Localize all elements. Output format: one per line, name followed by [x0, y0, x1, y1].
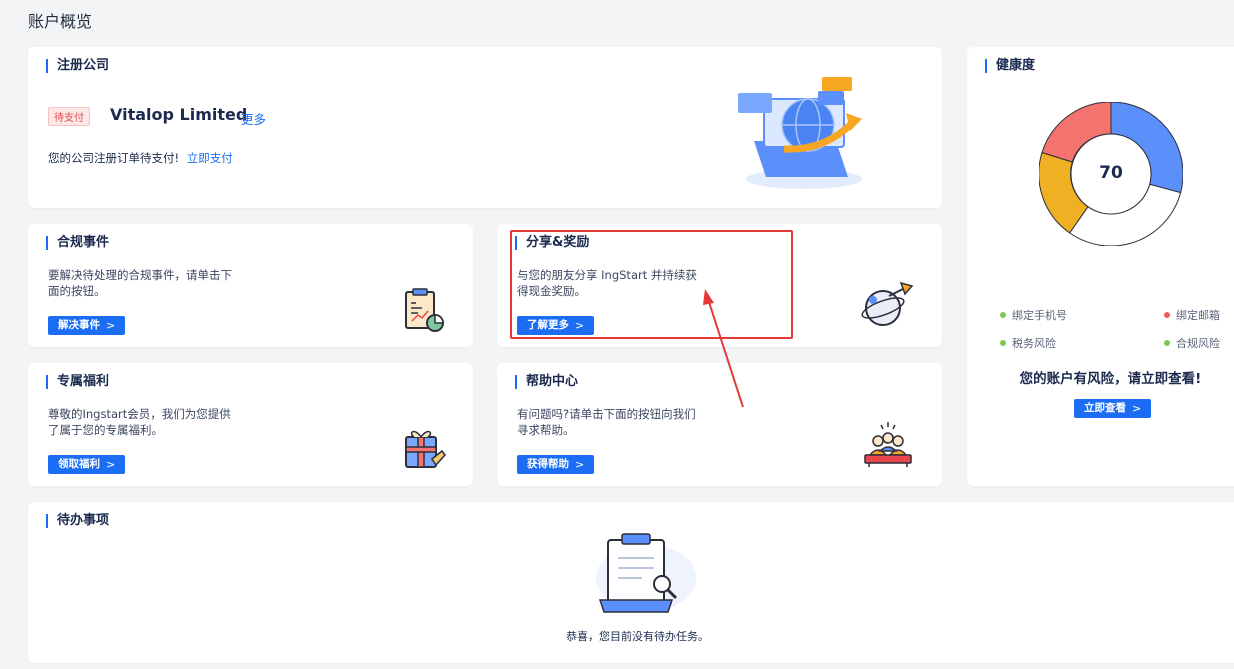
benefits-card: 专属福利 尊敬的Ingstart会员，我们为您提供 了属于您的专属福利。 领取福…: [28, 363, 473, 486]
health-card-title: 健康度: [985, 59, 1035, 73]
company-name: Vitalop Limited: [110, 105, 248, 124]
chevron-right-icon: >: [106, 458, 116, 471]
desc-line: 面的按钮。: [48, 284, 106, 298]
legend-email: 绑定邮箱: [1164, 307, 1220, 323]
todo-card-title: 待办事项: [46, 514, 109, 528]
desc-line: 要解决待处理的合规事件，请单击下: [48, 268, 232, 282]
button-label: 领取福利: [58, 458, 100, 470]
compliance-card-title: 合规事件: [46, 236, 109, 250]
empty-clipboard-illustration: [596, 533, 696, 613]
health-card: 健康度 70 绑定手机号 绑定邮箱 税务风险 合规风险 您的账户有风险，请立即查…: [967, 47, 1234, 486]
status-badge: 待支付: [48, 107, 90, 126]
payment-message: 您的公司注册订单待支付!: [48, 151, 180, 165]
chevron-right-icon: >: [1132, 402, 1142, 415]
claim-benefits-button[interactable]: 领取福利 >: [48, 455, 126, 474]
status-dot: [1000, 340, 1006, 346]
desc-line: 寻求帮助。: [517, 423, 575, 437]
team-help-icon: [864, 422, 912, 467]
view-now-button[interactable]: 立即查看 >: [1074, 399, 1152, 418]
button-label: 立即查看: [1084, 402, 1126, 414]
get-help-button[interactable]: 获得帮助 >: [517, 455, 595, 474]
desc-line: 了属于您的专属福利。: [48, 423, 163, 437]
legend-phone: 绑定手机号: [1000, 307, 1067, 323]
status-dot: [1000, 312, 1006, 318]
legend-label: 绑定手机号: [1012, 309, 1067, 322]
chevron-right-icon: >: [575, 458, 585, 471]
help-desc: 有问题吗?请单击下面的按钮向我们 寻求帮助。: [517, 406, 696, 438]
risk-warning: 您的账户有风险，请立即查看!: [1019, 371, 1202, 387]
planet-arrow-icon: [861, 281, 914, 326]
help-card-title: 帮助中心: [515, 375, 578, 389]
status-dot: [1164, 312, 1170, 318]
gift-box-icon: [405, 430, 446, 468]
pay-now-link[interactable]: 立即支付: [187, 151, 233, 165]
legend-compliance: 合规风险: [1164, 335, 1220, 351]
clipboard-chart-icon: [405, 288, 444, 332]
health-score: 70: [1099, 163, 1123, 183]
status-dot: [1164, 340, 1170, 346]
globe-laptop-illustration: [738, 77, 862, 189]
company-card-title: 注册公司: [46, 59, 109, 73]
compliance-card: 合规事件 要解决待处理的合规事件，请单击下 面的按钮。 解决事件 >: [28, 224, 473, 347]
benefits-card-title: 专属福利: [46, 375, 109, 389]
benefits-desc: 尊敬的Ingstart会员，我们为您提供 了属于您的专属福利。: [48, 406, 231, 438]
annotation-arrow: [703, 289, 744, 408]
page-title: 账户概览: [28, 12, 93, 31]
desc-line: 有问题吗?请单击下面的按钮向我们: [517, 407, 696, 421]
desc-line: 尊敬的Ingstart会员，我们为您提供: [48, 407, 231, 421]
chevron-right-icon: >: [106, 319, 116, 332]
legend-label: 合规风险: [1176, 337, 1220, 350]
more-link[interactable]: 更多: [241, 109, 266, 128]
resolve-events-button[interactable]: 解决事件 >: [48, 316, 126, 335]
button-label: 获得帮助: [527, 458, 569, 470]
company-card: 注册公司 待支付 Vitalop Limited 更多 您的公司注册订单待支付!…: [28, 47, 942, 208]
compliance-desc: 要解决待处理的合规事件，请单击下 面的按钮。: [48, 267, 232, 299]
legend-label: 绑定邮箱: [1176, 309, 1220, 322]
button-label: 解决事件: [58, 319, 100, 331]
todo-card: 待办事项 恭喜，您目前没有待办任务。: [28, 502, 1234, 663]
legend-tax: 税务风险: [1000, 335, 1056, 351]
legend-label: 税务风险: [1012, 337, 1056, 350]
empty-state-message: 恭喜，您目前没有待办任务。: [566, 630, 709, 643]
